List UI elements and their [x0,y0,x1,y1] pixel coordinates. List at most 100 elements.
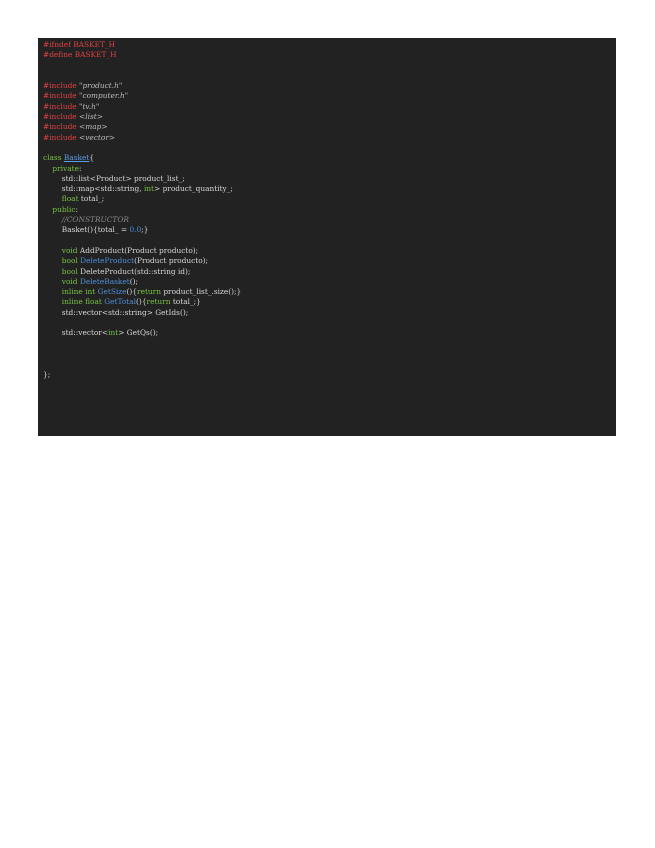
code-token: std::map<std::string, [43,184,144,194]
code-line: }; [43,370,616,380]
code-token: return [137,287,161,297]
code-line: void AddProduct(Product producto); [43,246,616,256]
code-token: total_; [78,194,105,204]
code-line: #include "product.h" [43,81,616,91]
code-line: #include <map> [43,122,616,132]
code-token: float [61,194,79,204]
code-line: //CONSTRUCTOR [43,215,616,225]
code-token: void [61,245,78,255]
code-token: (){ [126,287,138,297]
code-line: #define BASKET_H [43,50,616,60]
code-block: #ifndef BASKET_H #define BASKET_H #include… [38,38,616,436]
code-token: bool [61,266,78,276]
code-token[interactable]: Basket [64,153,89,162]
code-line: std::vector<int> GetQs(); [43,328,616,338]
code-token: #include [43,122,80,132]
code-token: class [43,153,64,163]
code-token: <list> [79,112,103,122]
code-token: DeleteProduct [80,256,135,266]
code-token: "computer.h" [79,91,129,101]
code-token: #define BASKET_H [43,50,117,60]
code-token: { [89,153,95,163]
code-line: inline int GetSize(){return product_list… [43,287,616,297]
code-token: #include [43,81,80,91]
code-line: private: [43,164,616,174]
code-token: GetTotal [104,297,137,307]
code-token: std::vector< [43,328,109,338]
code-line: std::map<std::string, int> product_quant… [43,184,616,194]
code-token: : [78,163,82,173]
code-token: Basket(){total_ = [43,225,130,235]
code-token: (); [129,276,138,286]
code-line: bool DeleteProduct(std::string id); [43,267,616,277]
code-token: return [146,297,171,307]
code-line: std::list<Product> product_list_; [43,174,616,184]
code-token: <map> [79,122,108,132]
code-token: ;} [141,225,149,235]
code-token: #include [43,91,80,101]
code-token: //CONSTRUCTOR [61,215,129,225]
code-token: #include [43,101,80,111]
code-line: inline float GetTotal(){return total_;} [43,297,616,307]
code-token: void [61,276,78,286]
code-line: bool DeleteProduct(Product producto); [43,256,616,266]
code-token: #include [43,132,80,142]
code-line: float total_; [43,194,616,204]
code-line: std::vector<std::string> GetIds(); [43,308,616,318]
code-token: > product_quantity_; [154,184,233,194]
code-line: #include <list> [43,112,616,122]
code-token: #ifndef BASKET_H [43,40,116,49]
code-line: #include "computer.h" [43,91,616,101]
code-token: int [143,184,155,194]
code-line: public: [43,205,616,215]
code-token: "tv.h" [79,101,100,111]
code-line: #include <vector> [43,133,616,143]
code-line: #ifndef BASKET_H [43,40,616,50]
code-token: #include [43,112,80,122]
code-token: (Product producto); [134,256,209,266]
code-line: Basket(){total_ = 0.0;} [43,225,616,235]
code-token: inline int [61,287,96,297]
code-line: class Basket{ [43,153,616,163]
code-token: DeleteProduct(std::string id); [77,266,191,276]
code-token: bool [61,256,78,266]
code-token: > GetQs(); [118,328,159,338]
code-token: 0.0 [129,225,142,235]
code-token: product_list_.size();} [160,287,242,297]
code-token: "product.h" [79,81,123,91]
code-token: total_;} [170,297,201,307]
code-token: : [75,204,79,214]
code-token: inline float [61,297,102,307]
code-token: private [52,163,79,173]
code-token: int [108,328,119,338]
code-token: }; [43,369,51,379]
code-token: public [52,204,76,214]
code-token: std::vector<std::string> GetIds(); [43,307,189,317]
code-token: (){ [136,297,147,307]
code-token: AddProduct(Product producto); [77,245,199,255]
code-token: GetSize [97,287,127,297]
